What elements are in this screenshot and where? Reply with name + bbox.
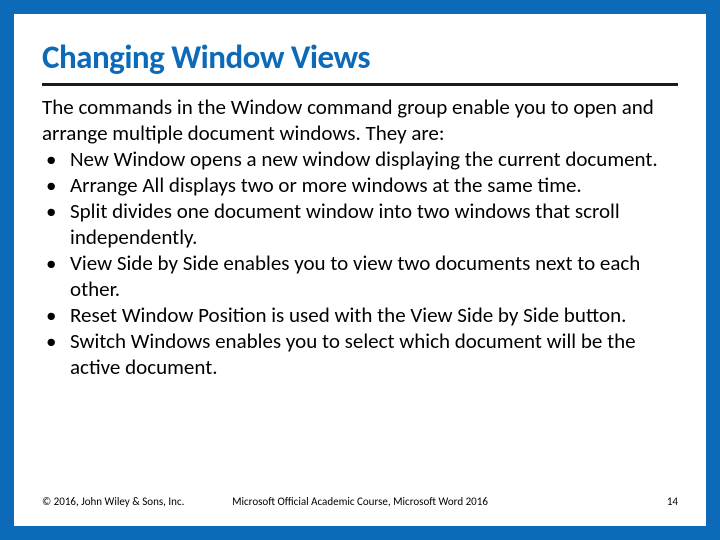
slide: Changing Window Views The commands in th… — [14, 14, 706, 526]
intro-text: The commands in the Window command group… — [42, 94, 678, 146]
list-item: Reset Window Position is used with the V… — [42, 302, 678, 328]
list-item: Split divides one document window into t… — [42, 198, 678, 250]
list-item: Switch Windows enables you to select whi… — [42, 328, 678, 380]
footer: © 2016, John Wiley & Sons, Inc. Microsof… — [42, 495, 678, 508]
slide-title: Changing Window Views — [42, 40, 678, 75]
list-item: Arrange All displays two or more windows… — [42, 172, 678, 198]
footer-course: Microsoft Official Academic Course, Micr… — [232, 495, 488, 508]
list-item: New Window opens a new window displaying… — [42, 146, 678, 172]
footer-copyright: © 2016, John Wiley & Sons, Inc. — [42, 495, 184, 508]
list-item: View Side by Side enables you to view tw… — [42, 250, 678, 302]
content-area: The commands in the Window command group… — [42, 94, 678, 489]
footer-page-number: 14 — [667, 495, 678, 508]
title-divider — [42, 83, 678, 86]
bullet-list: New Window opens a new window displaying… — [42, 146, 678, 380]
